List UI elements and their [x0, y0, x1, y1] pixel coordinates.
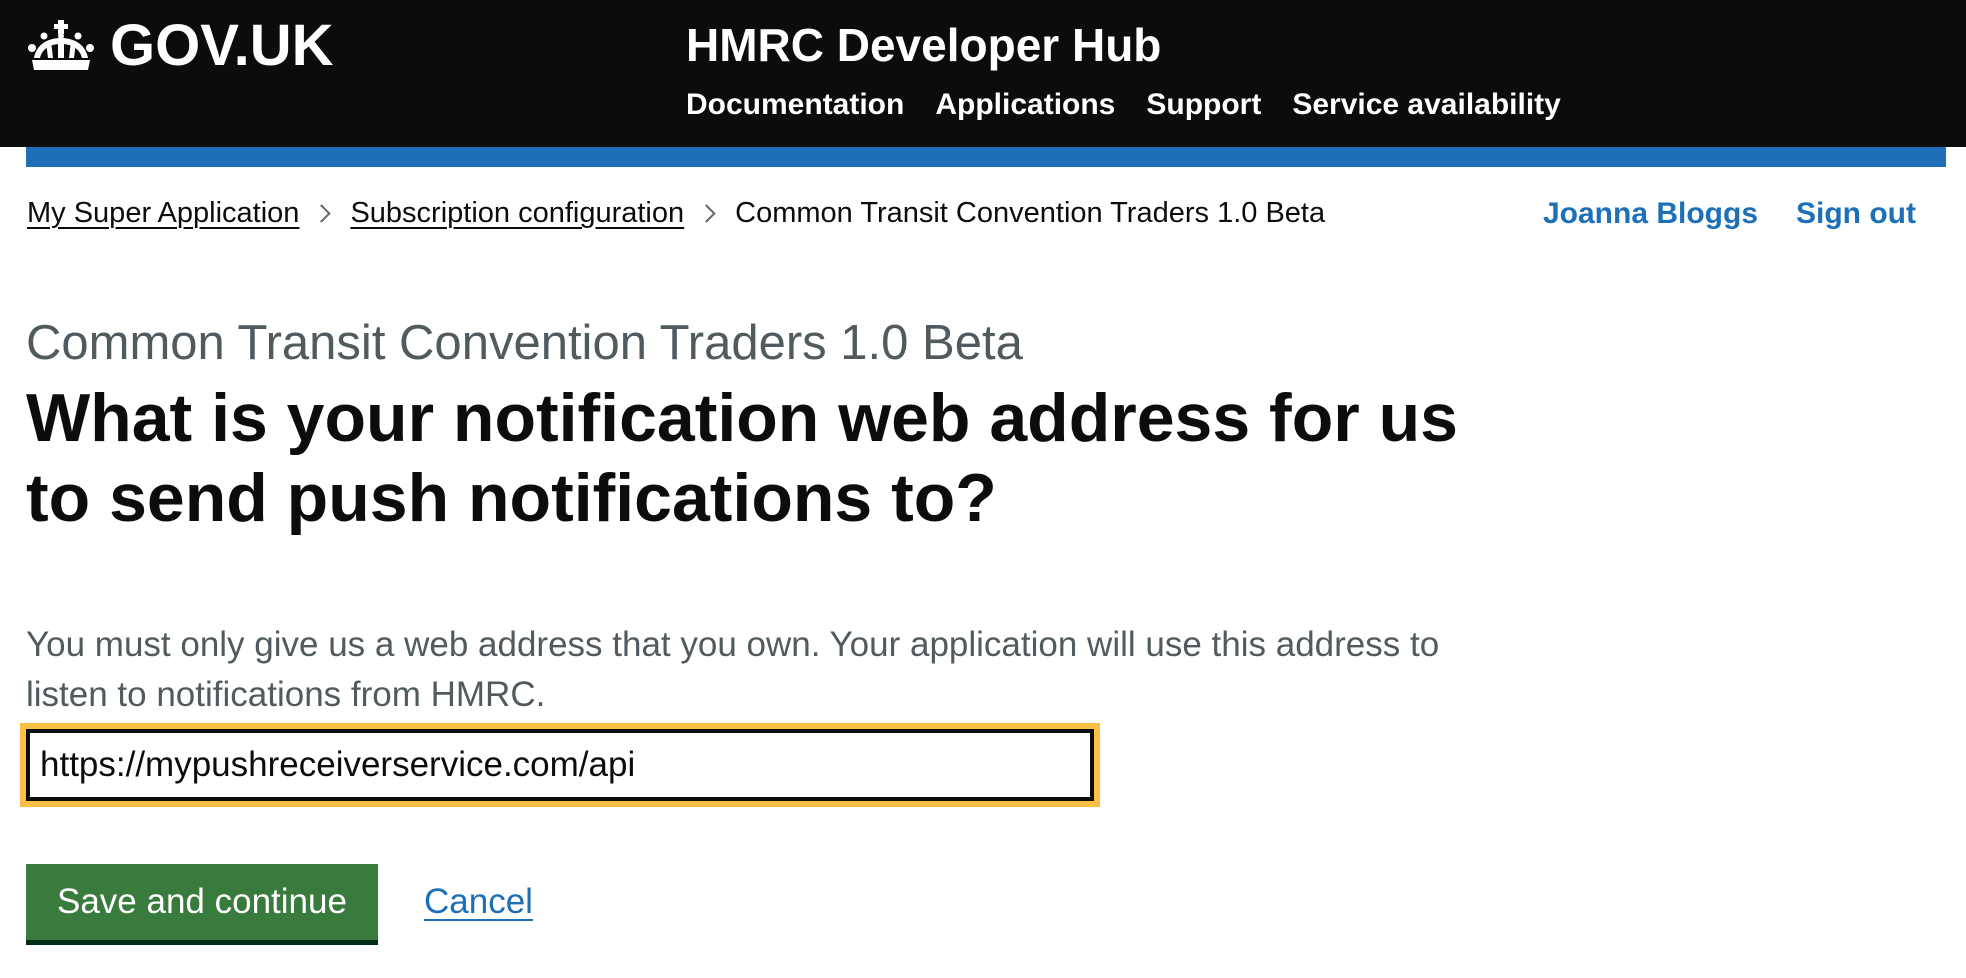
user-links: Joanna Bloggs Sign out [1543, 193, 1916, 235]
cancel-link[interactable]: Cancel [424, 878, 533, 926]
crown-icon [28, 20, 94, 70]
nav-documentation[interactable]: Documentation [686, 86, 904, 124]
primary-navigation: Documentation Applications Support Servi… [686, 86, 1561, 124]
breadcrumb-subscription-configuration[interactable]: Subscription configuration [350, 193, 684, 233]
nav-support[interactable]: Support [1146, 86, 1261, 124]
user-name-link[interactable]: Joanna Bloggs [1543, 193, 1758, 235]
breadcrumb: My Super Application Subscription config… [27, 193, 1325, 233]
service-name-link[interactable]: HMRC Developer Hub [686, 17, 1161, 73]
header-accent-bar [26, 147, 1946, 167]
site-header: GOV.UK HMRC Developer Hub Documentation … [0, 0, 1966, 147]
nav-applications[interactable]: Applications [935, 86, 1115, 124]
logo-text: GOV.UK [110, 13, 334, 78]
notification-url-input[interactable] [26, 729, 1094, 801]
field-hint: You must only give us a web address that… [26, 625, 1440, 714]
page-caption: Common Transit Convention Traders 1.0 Be… [26, 316, 1023, 370]
sign-out-link[interactable]: Sign out [1796, 193, 1916, 235]
breadcrumb-my-super-application[interactable]: My Super Application [27, 193, 299, 233]
breadcrumb-current: Common Transit Convention Traders 1.0 Be… [735, 197, 1326, 229]
page-title: What is your notification web address fo… [26, 380, 1458, 536]
chevron-right-icon [697, 203, 716, 223]
save-and-continue-button[interactable]: Save and continue [26, 864, 378, 940]
chevron-right-icon [312, 203, 332, 223]
govuk-logo-link[interactable]: GOV.UK [26, 14, 333, 78]
nav-service-availability[interactable]: Service availability [1292, 86, 1561, 124]
